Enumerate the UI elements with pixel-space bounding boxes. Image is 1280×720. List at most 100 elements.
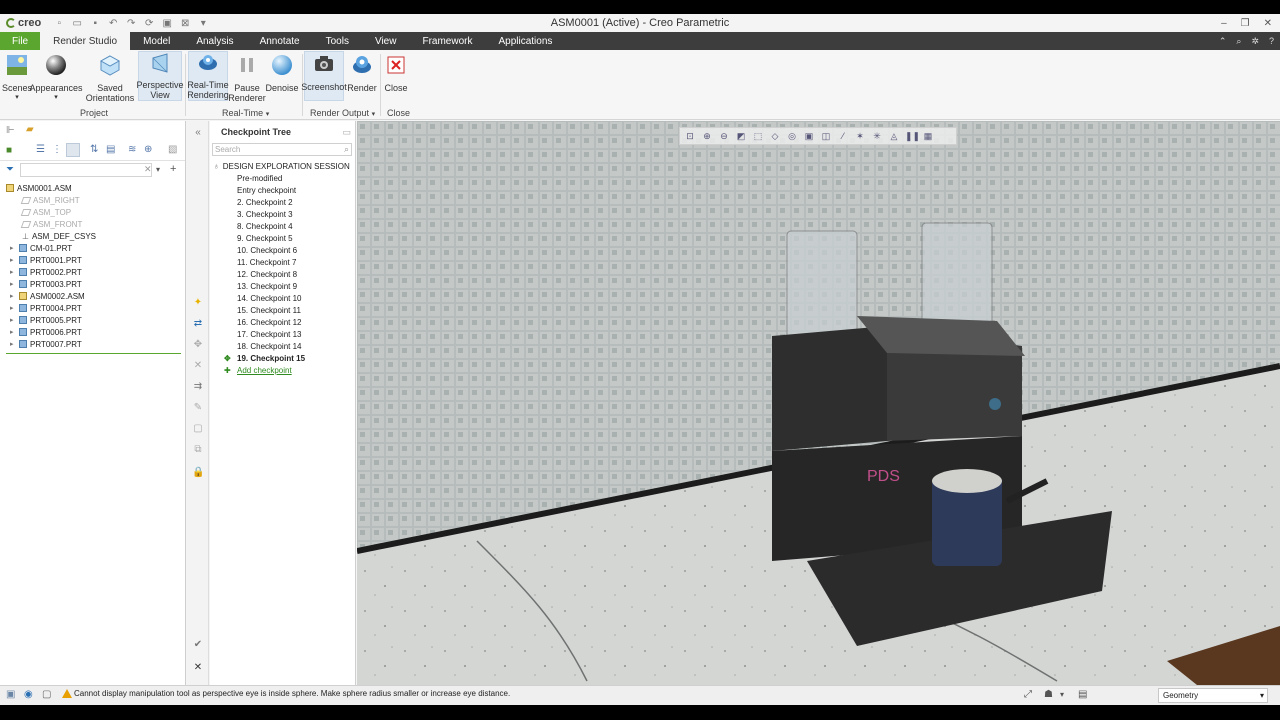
group-label-render-output[interactable]: Render Output ▾	[310, 108, 375, 118]
section-icon[interactable]: ◬	[888, 130, 900, 142]
tree-item[interactable]: ▸ PRT0006.PRT	[10, 326, 82, 338]
command-search-icon[interactable]: ⌕	[1236, 36, 1241, 47]
panel-menu-icon[interactable]: ▭	[342, 127, 351, 138]
tree-item[interactable]: ASM_TOP	[20, 206, 71, 218]
tab-file[interactable]: File	[0, 32, 41, 50]
smart-select-icon[interactable]: ⤢	[1024, 689, 1032, 700]
tree-item[interactable]: ▸ PRT0007.PRT	[10, 338, 82, 350]
sort-icon[interactable]: ⇅	[90, 144, 98, 155]
layers-stack-icon[interactable]: ≋	[128, 144, 136, 155]
undo-icon[interactable]: ↶	[107, 18, 119, 29]
expand-arrow-icon[interactable]: ▸	[10, 304, 16, 312]
fullscreen-icon[interactable]: ▢	[42, 689, 51, 700]
close-window-icon[interactable]: ⊠	[179, 18, 191, 29]
find-icon[interactable]: ☗	[1044, 689, 1053, 700]
align-icon[interactable]: ⇉	[192, 381, 204, 393]
add-filter-icon[interactable]: +	[170, 163, 176, 175]
redo-icon[interactable]: ↷	[125, 18, 137, 29]
search-dropdown-icon[interactable]: ▾	[156, 165, 160, 174]
display-style-icon[interactable]: ▣	[803, 130, 815, 142]
tree-item[interactable]: ▸ ASM0002.ASM	[10, 290, 85, 302]
settings-gear-icon[interactable]: ✲	[1251, 36, 1259, 47]
tree-item[interactable]: ▸ PRT0005.PRT	[10, 314, 82, 326]
session-header[interactable]: ♁ DESIGN EXPLORATION SESSION	[213, 160, 350, 172]
checkpoint-item[interactable]: Pre-modified	[237, 172, 282, 184]
spin-center-icon[interactable]: ✳	[871, 130, 883, 142]
checkpoint-item[interactable]: 3. Checkpoint 3	[237, 208, 293, 220]
maximize-icon[interactable]: ❐	[1241, 18, 1250, 29]
close-session-icon[interactable]: ✕	[192, 662, 204, 674]
expand-arrow-icon[interactable]: ▸	[10, 280, 16, 288]
graphics-viewport[interactable]: PDS ⊡ ⊕ ⊖ ◩ ⬚ ◇ ◎ ▣ ◫ ⁄ ✶ ✳ ◬ ❚❚ ▦	[357, 121, 1280, 685]
save-icon[interactable]: ▪	[89, 18, 101, 29]
checkpoint-item[interactable]: ✥ 19. Checkpoint 15	[224, 352, 305, 364]
tree-item-root[interactable]: ASM0001.ASM	[6, 182, 72, 194]
layer-icon[interactable]: ■	[6, 145, 12, 156]
checkpoint-item[interactable]: 18. Checkpoint 14	[237, 340, 302, 352]
model-tree-search-input[interactable]	[20, 163, 152, 177]
close-icon[interactable]: ✕	[1264, 18, 1272, 29]
brush-icon[interactable]: ✎	[192, 402, 204, 414]
group-label-realtime[interactable]: Real-Time ▾	[222, 108, 269, 118]
zoom-in-icon[interactable]: ⊕	[701, 130, 713, 142]
close-render-studio-button[interactable]: Close	[383, 53, 409, 93]
open-file-icon[interactable]: ▭	[71, 18, 83, 29]
windows-icon[interactable]: ▣	[161, 18, 173, 29]
navigator-toggle-icon[interactable]: ▣	[6, 689, 15, 700]
tree-item[interactable]: ⊥ ASM_DEF_CSYS	[22, 230, 96, 242]
expand-arrow-icon[interactable]: ▸	[10, 292, 16, 300]
checkpoint-item[interactable]: 10. Checkpoint 6	[237, 244, 297, 256]
checkpoint-item[interactable]: 11. Checkpoint 7	[237, 256, 296, 268]
blank-sheet-icon[interactable]: ▢	[192, 423, 204, 435]
show-icon[interactable]: ⊕	[144, 144, 152, 155]
tab-tools[interactable]: Tools	[313, 32, 362, 50]
tree-item[interactable]: ▸ CM-01.PRT	[10, 242, 72, 254]
browser-toggle-icon[interactable]: ◉	[24, 689, 33, 700]
checkpoint-item[interactable]: 12. Checkpoint 8	[237, 268, 297, 280]
denoise-button[interactable]: Denoise	[265, 53, 299, 93]
tree-filter-icon[interactable]: ⋮	[52, 144, 62, 155]
pause-animation-icon[interactable]: ❚❚	[905, 130, 920, 142]
tab-annotate[interactable]: Annotate	[247, 32, 313, 50]
annotation-display-icon[interactable]: ✶	[854, 130, 866, 142]
appearances-button[interactable]: Appearances ▾	[29, 53, 83, 103]
orient-mode-icon[interactable]: ◇	[769, 130, 781, 142]
expand-arrow-icon[interactable]: ▸	[10, 340, 16, 348]
tab-analysis[interactable]: Analysis	[183, 32, 246, 50]
copy-icon[interactable]: ⧉	[192, 444, 204, 456]
tree-item[interactable]: ▸ PRT0002.PRT	[10, 266, 82, 278]
checkpoint-item[interactable]: 15. Checkpoint 11	[237, 304, 301, 316]
checkpoint-item[interactable]: 13. Checkpoint 9	[237, 280, 297, 292]
checkpoint-item[interactable]: 8. Checkpoint 4	[237, 220, 293, 232]
zoom-out-icon[interactable]: ⊖	[718, 130, 730, 142]
insert-here-marker[interactable]	[6, 353, 181, 354]
model-tree-icon[interactable]: ⊩	[6, 125, 15, 136]
scenes-button[interactable]: Scenes ▾	[2, 53, 32, 103]
selection-filter-select[interactable]: Geometry ▾	[1158, 688, 1268, 703]
list-view-icon[interactable]: ☰	[36, 144, 45, 155]
expand-arrow-icon[interactable]: ▸	[10, 316, 16, 324]
checkpoint-item[interactable]: Entry checkpoint	[237, 184, 296, 196]
lock-icon[interactable]: 🔒	[192, 467, 204, 479]
expand-arrow-icon[interactable]: ▸	[10, 328, 16, 336]
columns-icon[interactable]	[66, 143, 80, 157]
tree-item[interactable]: ASM_FRONT	[20, 218, 82, 230]
collapse-ribbon-icon[interactable]: ⌃	[1219, 36, 1227, 47]
checkpoint-item[interactable]: 16. Checkpoint 12	[237, 316, 302, 328]
checkpoint-item[interactable]: 2. Checkpoint 2	[237, 196, 293, 208]
realtime-rendering-button[interactable]: Real-Time Rendering	[187, 51, 229, 101]
saved-views-icon[interactable]: ◎	[786, 130, 798, 142]
checkpoint-search-input[interactable]: Search	[212, 143, 352, 156]
finish-session-icon[interactable]: ✔	[192, 639, 204, 651]
tab-framework[interactable]: Framework	[409, 32, 485, 50]
tree-item[interactable]: ▸ PRT0003.PRT	[10, 278, 82, 290]
repaint-icon[interactable]: ◩	[735, 130, 747, 142]
perspective-view-button[interactable]: Perspective View	[136, 51, 184, 101]
tab-render-studio[interactable]: Render Studio	[40, 32, 131, 50]
help-icon[interactable]: ?	[1269, 36, 1274, 46]
saved-orientations-button[interactable]: Saved Orientations	[84, 53, 136, 103]
tree-item[interactable]: ASM_RIGHT	[20, 194, 80, 206]
tree-settings-icon[interactable]: ▧	[168, 144, 177, 155]
checkpoint-item[interactable]: 17. Checkpoint 13	[237, 328, 302, 340]
add-checkpoint-link[interactable]: ✚ Add checkpoint	[224, 364, 292, 376]
